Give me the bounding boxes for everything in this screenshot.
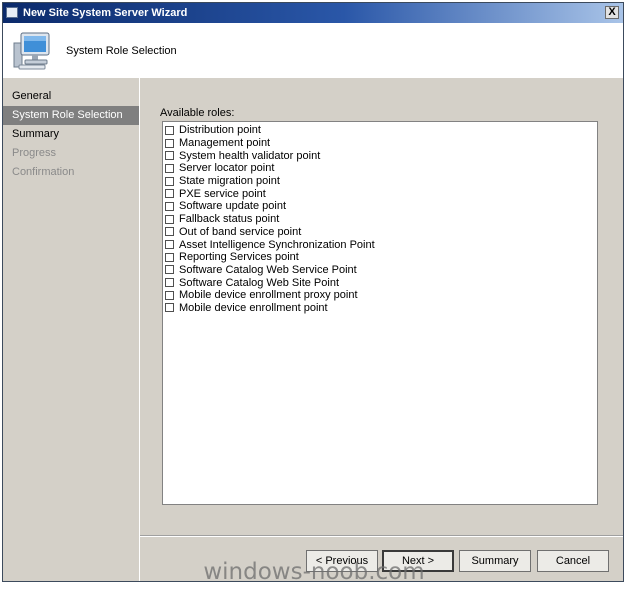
- role-item[interactable]: Asset Intelligence Synchronization Point: [163, 238, 597, 251]
- wizard-window: New Site System Server Wizard X System R…: [2, 2, 624, 582]
- role-item[interactable]: System health validator point: [163, 149, 597, 162]
- role-label[interactable]: Software Catalog Web Service Point: [179, 264, 357, 276]
- nav-item-system-role-selection[interactable]: System Role Selection: [3, 106, 139, 125]
- window-title: New Site System Server Wizard: [23, 7, 188, 19]
- main-panel: Available roles: Distribution point Manag…: [140, 78, 623, 581]
- role-label[interactable]: Software update point: [179, 200, 286, 212]
- role-checkbox[interactable]: [165, 176, 174, 186]
- role-checkbox[interactable]: [165, 290, 174, 300]
- roles-list[interactable]: Distribution point Management point System…: [162, 121, 598, 505]
- role-item[interactable]: Management point: [163, 137, 597, 150]
- role-label[interactable]: Asset Intelligence Synchronization Point: [179, 239, 375, 251]
- role-label[interactable]: Reporting Services point: [179, 251, 299, 263]
- role-label[interactable]: Software Catalog Web Site Point: [179, 277, 339, 289]
- role-label[interactable]: Distribution point: [179, 124, 261, 136]
- role-item[interactable]: Server locator point: [163, 162, 597, 175]
- role-label[interactable]: Management point: [179, 137, 270, 149]
- role-label[interactable]: Fallback status point: [179, 213, 279, 225]
- role-item[interactable]: Reporting Services point: [163, 251, 597, 264]
- page-title: System Role Selection: [66, 45, 177, 57]
- role-label[interactable]: Mobile device enrollment point: [179, 302, 328, 314]
- role-label[interactable]: State migration point: [179, 175, 280, 187]
- role-item[interactable]: Mobile device enrollment proxy point: [163, 289, 597, 302]
- watermark-text: windows-noob.com: [203, 559, 425, 585]
- nav-item-confirmation: Confirmation: [12, 166, 75, 178]
- role-item[interactable]: Out of band service point: [163, 226, 597, 239]
- role-item[interactable]: Software Catalog Web Site Point: [163, 276, 597, 289]
- role-item[interactable]: PXE service point: [163, 187, 597, 200]
- button-separator: [140, 535, 623, 537]
- wizard-nav: General System Role Selection Summary Progr…: [3, 78, 140, 581]
- role-item[interactable]: Mobile device enrollment point: [163, 302, 597, 315]
- role-checkbox[interactable]: [165, 240, 174, 250]
- computer-icon: [13, 32, 50, 70]
- wizard-header: System Role Selection: [3, 23, 623, 79]
- role-checkbox[interactable]: [165, 189, 174, 199]
- role-checkbox[interactable]: [165, 151, 174, 161]
- role-item[interactable]: Distribution point: [163, 124, 597, 137]
- window-icon: [6, 7, 18, 18]
- available-roles-label: Available roles:: [160, 107, 235, 119]
- role-checkbox[interactable]: [165, 201, 174, 211]
- nav-item-progress: Progress: [12, 147, 57, 159]
- role-label[interactable]: Mobile device enrollment proxy point: [179, 289, 358, 301]
- nav-item-general[interactable]: General: [3, 87, 139, 106]
- role-checkbox[interactable]: [165, 163, 174, 173]
- role-item[interactable]: Fallback status point: [163, 213, 597, 226]
- role-label[interactable]: Out of band service point: [179, 226, 301, 238]
- role-label[interactable]: Server locator point: [179, 162, 274, 174]
- role-checkbox[interactable]: [165, 265, 174, 275]
- role-checkbox[interactable]: [165, 278, 174, 288]
- role-item[interactable]: Software Catalog Web Service Point: [163, 264, 597, 277]
- title-bar[interactable]: New Site System Server Wizard X: [3, 3, 623, 23]
- role-label[interactable]: PXE service point: [179, 188, 266, 200]
- role-checkbox[interactable]: [165, 227, 174, 237]
- role-item[interactable]: Software update point: [163, 200, 597, 213]
- role-checkbox[interactable]: [165, 125, 174, 135]
- close-button[interactable]: X: [605, 6, 619, 19]
- role-checkbox[interactable]: [165, 214, 174, 224]
- role-checkbox[interactable]: [165, 138, 174, 148]
- role-label[interactable]: System health validator point: [179, 150, 320, 162]
- role-item[interactable]: State migration point: [163, 175, 597, 188]
- nav-item-summary[interactable]: Summary: [3, 125, 139, 144]
- role-checkbox[interactable]: [165, 303, 174, 313]
- role-checkbox[interactable]: [165, 252, 174, 262]
